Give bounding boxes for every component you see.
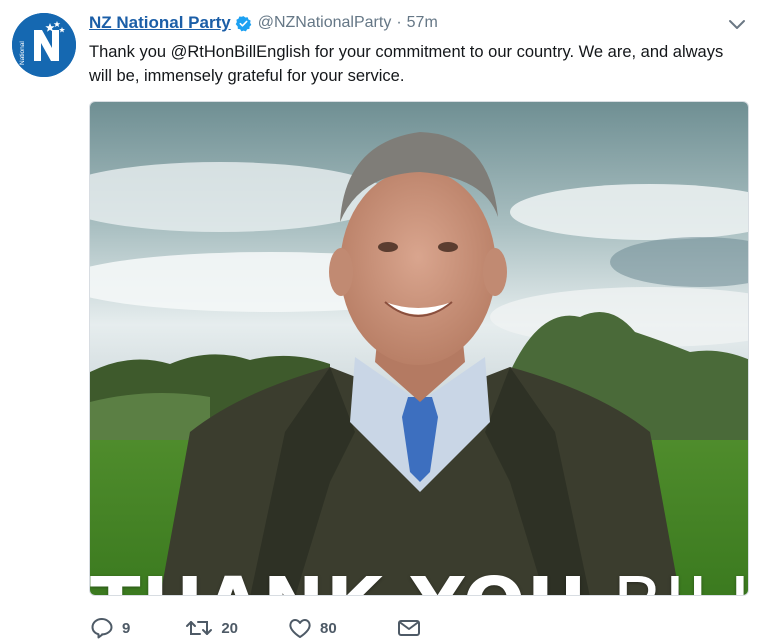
chevron-down-icon	[729, 20, 745, 29]
separator: ·	[396, 14, 402, 31]
tweet-header: NZ National Party @NZNationalParty · 57m	[89, 12, 438, 34]
display-name[interactable]: NZ National Party	[89, 13, 231, 33]
user-handle[interactable]: @NZNationalParty	[258, 14, 392, 32]
direct-message-button[interactable]	[397, 618, 421, 638]
timestamp[interactable]: 57m	[407, 14, 438, 32]
like-button[interactable]: 80	[288, 617, 337, 639]
envelope-icon	[397, 620, 420, 636]
retweet-icon	[186, 621, 213, 635]
reply-count: 9	[122, 619, 131, 637]
national-logo-icon: National	[12, 13, 76, 77]
photo-illustration	[90, 102, 748, 595]
tweet-image[interactable]: THANK YOU BILL	[89, 101, 749, 596]
heart-icon	[289, 619, 311, 638]
retweet-count: 20	[221, 619, 239, 637]
overlay-light-text: BILL	[612, 562, 748, 595]
more-options-button[interactable]	[727, 14, 747, 34]
image-overlay-text: THANK YOU BILL	[90, 568, 748, 595]
overlay-bold-text: THANK YOU	[90, 562, 588, 595]
verified-badge-icon	[235, 15, 252, 32]
avatar-text: National	[19, 41, 26, 65]
retweet-button[interactable]: 20	[185, 617, 238, 639]
reply-icon	[91, 618, 113, 639]
like-count: 80	[320, 619, 337, 637]
reply-button[interactable]: 9	[90, 617, 130, 639]
avatar[interactable]: National	[12, 13, 76, 77]
tweet-actions: 9 20 80	[90, 616, 421, 640]
tweet-text: Thank you @RtHonBillEnglish for your com…	[89, 43, 724, 85]
